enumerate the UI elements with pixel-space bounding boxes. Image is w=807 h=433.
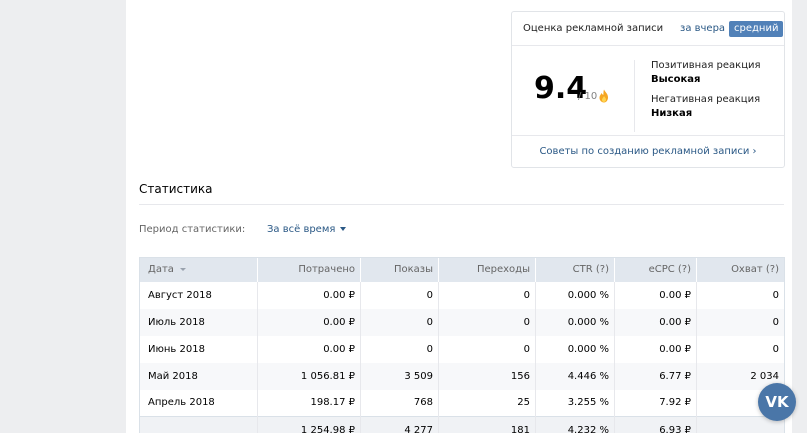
cell-spent: 198.17 ₽ — [257, 389, 361, 417]
cell-date: Апрель 2018 — [139, 389, 258, 417]
column-header-date[interactable]: Дата — [139, 257, 258, 282]
table-row: Июль 2018 0.00 ₽ 0 0 0.000 % 0.00 ₽ 0 — [139, 308, 785, 336]
yesterday-tab[interactable]: за вчера — [680, 23, 725, 34]
column-header-reach[interactable]: Охват (?) — [696, 257, 785, 282]
column-header-spent[interactable]: Потрачено — [257, 257, 361, 282]
cell-ctr: 4.232 % — [535, 416, 615, 433]
rating-out-of: / 10 — [578, 91, 598, 102]
rating-card-header: Оценка рекламной записи за вчера средний — [512, 12, 784, 46]
main-content: Оценка рекламной записи за вчера средний… — [126, 0, 792, 433]
period-dropdown[interactable]: За всё время — [267, 224, 347, 235]
rating-divider — [634, 60, 635, 132]
statistics-title: Статистика — [139, 182, 213, 196]
cell-date — [139, 416, 258, 433]
average-tab[interactable]: средний — [729, 21, 784, 37]
table-row: Май 2018 1 056.81 ₽ 3 509 156 4.446 % 6.… — [139, 362, 785, 390]
cell-ctr: 4.446 % — [535, 362, 615, 390]
table-total-row: 1 254.98 ₽ 4 277 181 4.232 % 6.93 ₽ — [139, 416, 785, 433]
cell-clicks: 25 — [438, 389, 536, 417]
column-header-impressions[interactable]: Показы — [360, 257, 439, 282]
cell-impressions: 4 277 — [360, 416, 439, 433]
table-header-row: Дата Потрачено Показы Переходы CTR (?) e… — [139, 257, 785, 282]
cell-impressions: 0 — [360, 281, 439, 309]
cell-clicks: 156 — [438, 362, 536, 390]
statistics-divider — [139, 204, 784, 205]
cell-reach: 0 — [696, 335, 785, 363]
cell-spent: 1 056.81 ₽ — [257, 362, 361, 390]
period-value: За всё время — [267, 224, 336, 235]
cell-date: Июнь 2018 — [139, 335, 258, 363]
cell-ctr: 0.000 % — [535, 335, 615, 363]
cell-ecpc: 6.77 ₽ — [614, 362, 697, 390]
column-header-clicks[interactable]: Переходы — [438, 257, 536, 282]
statistics-table: Дата Потрачено Показы Переходы CTR (?) e… — [139, 257, 785, 433]
cell-ecpc: 7.92 ₽ — [614, 389, 697, 417]
vk-logo-icon: VK — [765, 393, 789, 411]
cell-ctr: 0.000 % — [535, 281, 615, 309]
vk-chat-button[interactable]: VK — [758, 383, 796, 421]
positive-reaction-value: Высокая — [651, 74, 701, 85]
cell-spent: 0.00 ₽ — [257, 281, 361, 309]
cell-ctr: 0.000 % — [535, 308, 615, 336]
table-row: Август 2018 0.00 ₽ 0 0 0.000 % 0.00 ₽ 0 — [139, 281, 785, 309]
cell-impressions: 0 — [360, 308, 439, 336]
cell-clicks: 0 — [438, 281, 536, 309]
ad-tips-link[interactable]: Советы по созданию рекламной записи › — [512, 146, 784, 157]
cell-ecpc: 0.00 ₽ — [614, 308, 697, 336]
table-row: Июнь 2018 0.00 ₽ 0 0 0.000 % 0.00 ₽ 0 — [139, 335, 785, 363]
chevron-down-icon — [340, 227, 347, 231]
cell-impressions: 768 — [360, 389, 439, 417]
table-row: Апрель 2018 198.17 ₽ 768 25 3.255 % 7.92… — [139, 389, 785, 417]
cell-spent: 1 254.98 ₽ — [257, 416, 361, 433]
cell-reach: 0 — [696, 281, 785, 309]
cell-ecpc: 0.00 ₽ — [614, 335, 697, 363]
sort-icon — [179, 267, 186, 271]
cell-ecpc: 6.93 ₽ — [614, 416, 697, 433]
cell-ctr: 3.255 % — [535, 389, 615, 417]
cell-reach: 0 — [696, 308, 785, 336]
cell-ecpc: 0.00 ₽ — [614, 281, 697, 309]
period-label: Период статистики: — [139, 224, 246, 235]
positive-reaction-label: Позитивная реакция — [651, 60, 761, 71]
negative-reaction-label: Негативная реакция — [651, 94, 761, 105]
rating-card-title: Оценка рекламной записи — [523, 23, 664, 34]
cell-date: Август 2018 — [139, 281, 258, 309]
cell-spent: 0.00 ₽ — [257, 335, 361, 363]
cell-date: Май 2018 — [139, 362, 258, 390]
cell-impressions: 3 509 — [360, 362, 439, 390]
cell-date: Июль 2018 — [139, 308, 258, 336]
cell-clicks: 0 — [438, 308, 536, 336]
cell-spent: 0.00 ₽ — [257, 308, 361, 336]
negative-reaction-value: Низкая — [651, 108, 693, 119]
column-header-ctr[interactable]: CTR (?) — [535, 257, 615, 282]
rating-card-footer: Советы по созданию рекламной записи › — [512, 135, 784, 168]
cell-impressions: 0 — [360, 335, 439, 363]
fire-icon — [599, 89, 608, 103]
cell-clicks: 0 — [438, 335, 536, 363]
cell-clicks: 181 — [438, 416, 536, 433]
ad-rating-card: Оценка рекламной записи за вчера средний… — [511, 11, 785, 168]
column-header-ecpc[interactable]: eCPC (?) — [614, 257, 697, 282]
